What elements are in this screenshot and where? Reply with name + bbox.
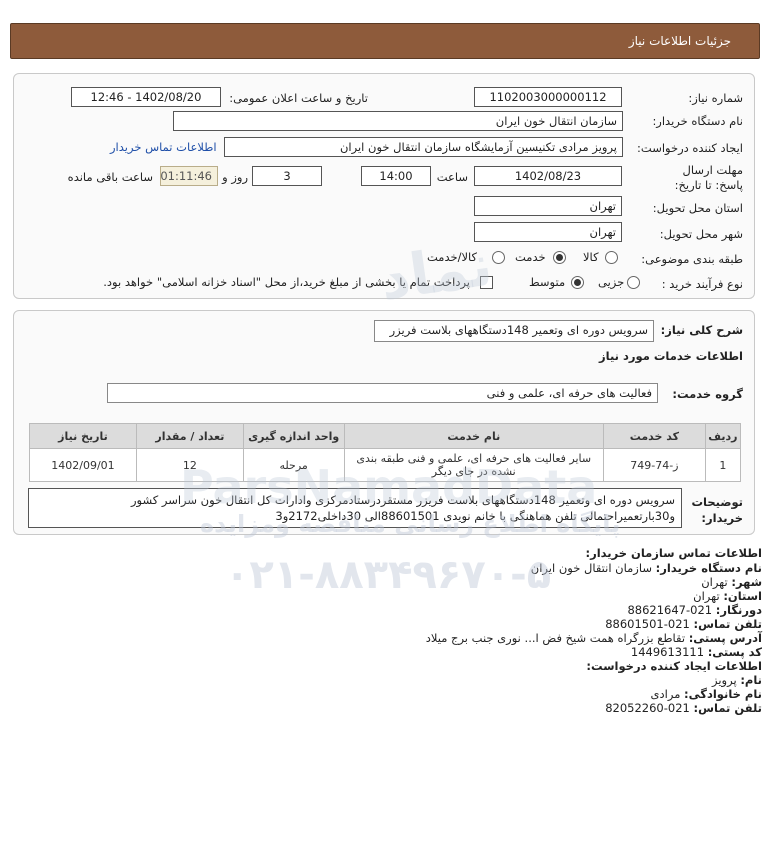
contact-label: نام خانوادگی: — [684, 687, 762, 701]
contact-phone: تلفن تماس: 021-88601501 — [605, 617, 762, 631]
creator-field: پرویز مرادی تکنیسین آزمایشگاه سازمان انت… — [224, 137, 623, 157]
page-title-bar: جزئیات اطلاعات نیاز — [10, 23, 760, 59]
deadline-date-field: 1402/08/23 — [474, 166, 622, 186]
cell-code: ز-74-749 — [603, 448, 706, 482]
contact-buyer-name: نام دستگاه خریدار: سازمان انتقال خون ایر… — [531, 561, 762, 575]
remaining-time-field: 01:11:46 — [160, 166, 218, 186]
buyer-label: نام دستگاه خریدار: — [652, 114, 743, 128]
province-field: تهران — [474, 196, 622, 216]
contact-label: استان: — [723, 589, 762, 603]
category-option-goods-service: کالا/خدمت — [427, 250, 478, 264]
general-desc-label: شرح کلی نیاز: — [660, 323, 743, 337]
city-label: شهر محل تحویل: — [659, 227, 743, 241]
watermark-phone: ۰۲۱-۸۸۳۴۹۶۷۰-۵ — [225, 552, 552, 598]
process-radio-minor[interactable] — [627, 276, 640, 289]
days-field: 3 — [252, 166, 322, 186]
deadline-label: مهلت ارسال پاسخ: تا تاریخ: — [674, 163, 743, 192]
general-desc-field: سرویس دوره ای وتعمیر 148دستگاههای بلاست … — [374, 320, 654, 342]
process-radio-medium[interactable] — [571, 276, 584, 289]
category-radio-goods[interactable] — [605, 251, 618, 264]
table-header-row: ردیف کد خدمت نام خدمت واحد اندازه گیری ت… — [29, 423, 742, 449]
services-header: اطلاعات خدمات مورد نیاز — [599, 349, 743, 363]
category-label: طبقه بندی موضوعی: — [641, 252, 743, 266]
contact-label: شهر: — [731, 575, 762, 589]
page-title: جزئیات اطلاعات نیاز — [628, 34, 731, 48]
deadline-time-field: 14:00 — [361, 166, 431, 186]
days-label: روز و — [222, 170, 248, 184]
col-name-header: نام خدمت — [343, 423, 605, 449]
contact-label: کد پستی: — [707, 645, 762, 659]
contact-value: مرادی — [650, 687, 681, 701]
cell-date: 1402/09/01 — [29, 448, 137, 482]
creator-heading: اطلاعات ایجاد کننده درخواست: — [586, 659, 762, 673]
contact-address: آدرس پستی: تقاطع بزرگراه همت شیخ فض ا...… — [426, 631, 762, 645]
contact-value: تهران — [693, 589, 720, 603]
service-group-label: گروه خدمت: — [672, 387, 743, 401]
creator-first-name: نام: پرویز — [712, 673, 762, 687]
contact-heading: اطلاعات تماس سازمان خریدار: — [585, 546, 762, 560]
creator-phone: تلفن تماس: 021-82052260 — [605, 701, 762, 715]
announce-label: تاریخ و ساعت اعلان عمومی: — [229, 91, 368, 105]
contact-postal-code: کد پستی: 1449613111 — [631, 645, 762, 659]
contact-province: استان: تهران — [693, 589, 762, 603]
category-option-goods: کالا — [583, 250, 599, 264]
category-radio-service[interactable] — [553, 251, 566, 264]
contact-city: شهر: تهران — [701, 575, 762, 589]
col-date-header: تاریخ نیاز — [29, 423, 137, 449]
need-number-label: شماره نیاز: — [688, 91, 743, 105]
col-code-header: کد خدمت — [603, 423, 706, 449]
contact-value: 021-88601501 — [605, 617, 690, 631]
contact-value: 021-88621647 — [627, 603, 713, 617]
contact-value: تهران — [701, 575, 728, 589]
contact-label: آدرس پستی: — [688, 631, 762, 645]
city-field: تهران — [474, 222, 622, 242]
treasury-payment-checkbox[interactable] — [480, 276, 493, 289]
announce-field: 1402/08/20 - 12:46 — [71, 87, 221, 107]
cell-row: 1 — [704, 448, 742, 482]
contact-value: 1449613111 — [630, 645, 705, 659]
category-option-service: خدمت — [515, 250, 546, 264]
deadline-time-label: ساعت — [436, 170, 468, 184]
need-number-field: 1102003000000112 — [474, 87, 622, 107]
buyer-desc-label: توضیحات خریدار: — [691, 495, 744, 525]
contact-value: تقاطع بزرگراه همت شیخ فض ا... نوری جنب ب… — [425, 631, 686, 645]
col-row-header: ردیف — [704, 423, 742, 449]
remaining-label: ساعت باقی مانده — [67, 170, 153, 184]
creator-label: ایجاد کننده درخواست: — [637, 141, 743, 155]
treasury-payment-text: پرداخت تمام یا بخشی از مبلغ خرید،از محل … — [103, 275, 470, 289]
process-label: نوع فرآیند خرید : — [661, 277, 743, 291]
services-table: ردیف کد خدمت نام خدمت واحد اندازه گیری ت… — [29, 423, 742, 482]
cell-name: سایر فعالیت های حرفه ای، علمی و فنی طبقه… — [343, 448, 605, 482]
creator-last-name: نام خانوادگی: مرادی — [651, 687, 762, 701]
process-option-medium: متوسط — [529, 275, 566, 289]
contact-label: دورنگار: — [715, 603, 762, 617]
cell-qty: 12 — [135, 448, 244, 482]
contact-label: تلفن تماس: — [693, 701, 762, 715]
col-qty-header: تعداد / مقدار — [135, 423, 244, 449]
province-label: استان محل تحویل: — [652, 201, 743, 215]
table-row: 1 ز-74-749 سایر فعالیت های حرفه ای، علمی… — [29, 448, 742, 482]
contact-label: نام دستگاه خریدار: — [655, 561, 762, 575]
service-group-field: فعالیت های حرفه ای، علمی و فنی — [107, 383, 658, 403]
contact-value: پرویز — [712, 673, 737, 687]
contact-value: سازمان انتقال خون ایران — [530, 561, 652, 575]
process-option-minor: جزیی — [598, 275, 625, 289]
contact-fax: دورنگار: 021-88621647 — [627, 603, 762, 617]
buyer-contact-link[interactable]: اطلاعات تماس خریدار — [110, 140, 217, 154]
contact-value: 021-82052260 — [605, 701, 690, 715]
contact-label: تلفن تماس: — [693, 617, 762, 631]
cell-unit: مرحله — [242, 448, 345, 482]
col-unit-header: واحد اندازه گیری — [242, 423, 345, 449]
contact-label: نام: — [740, 673, 762, 687]
buyer-desc-field: سرویس دوره ای وتعمیر 148دستگاههای بلاست … — [28, 488, 682, 528]
buyer-field: سازمان انتقال خون ایران — [173, 111, 623, 131]
category-radio-goods-service[interactable] — [492, 251, 505, 264]
